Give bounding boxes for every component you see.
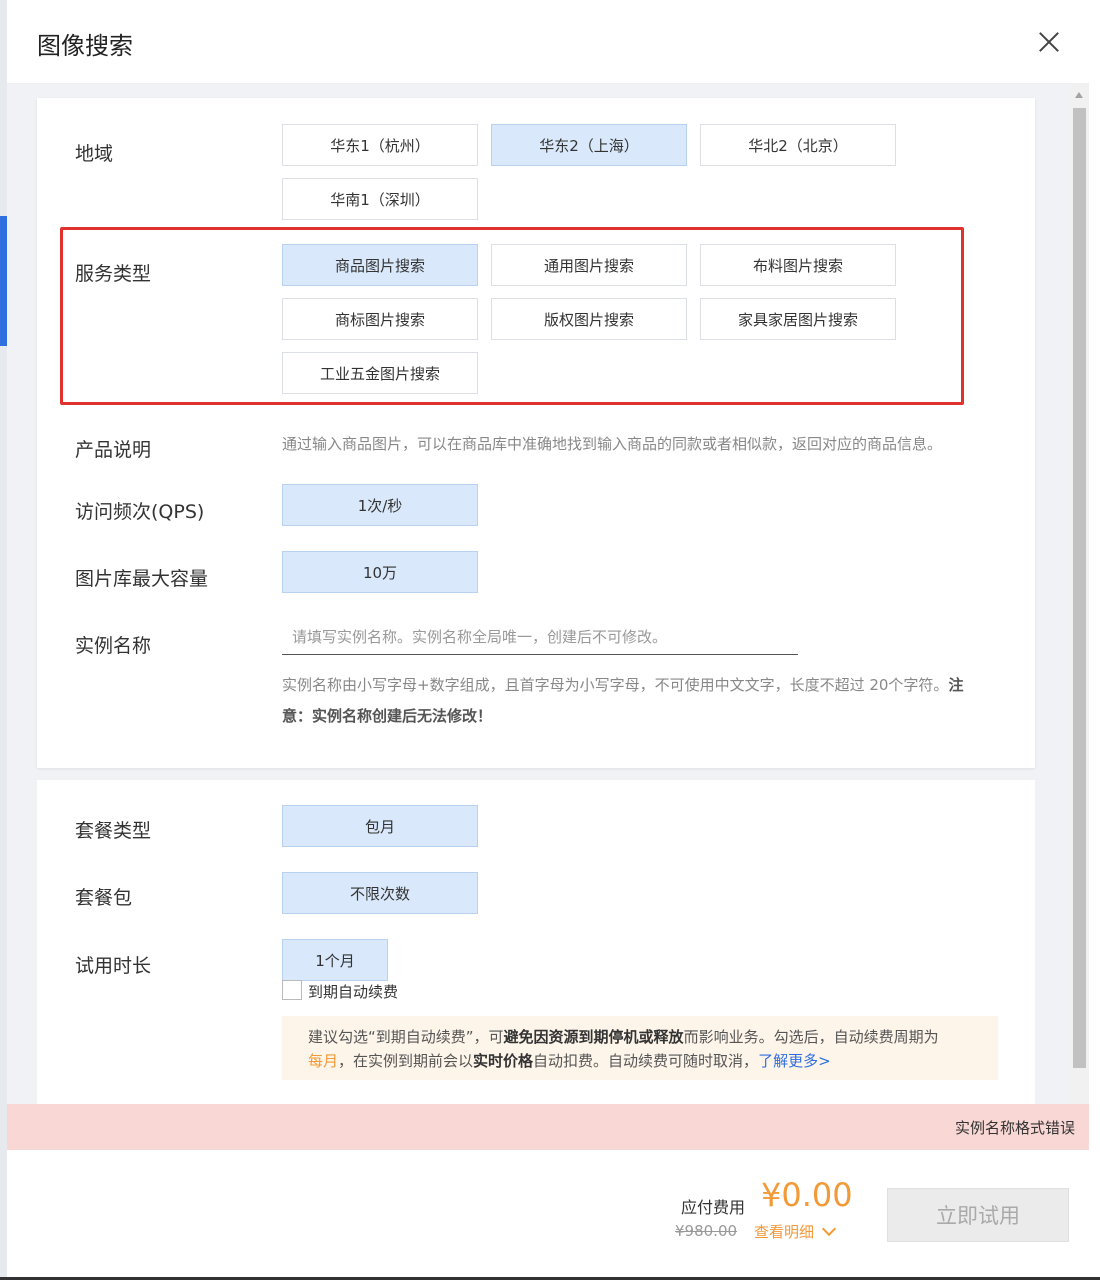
- config-card: 地域 华东1（杭州） 华东2（上海） 华北2（北京） 华南1（深圳） 服务类型 …: [37, 98, 1035, 768]
- original-price: ¥980.00: [675, 1222, 738, 1240]
- instance-name-label: 实例名称: [75, 635, 152, 657]
- service-option-furniture[interactable]: 家具家居图片搜索: [700, 298, 896, 340]
- service-option-general[interactable]: 通用图片搜索: [491, 244, 687, 286]
- dialog-title: 图像搜索: [37, 32, 133, 60]
- price-value: ¥0.00: [761, 1176, 853, 1214]
- package-type-option[interactable]: 包月: [282, 805, 478, 847]
- service-option-fabric[interactable]: 布料图片搜索: [700, 244, 896, 286]
- region-option-hangzhou[interactable]: 华东1（杭州）: [282, 124, 478, 166]
- package-type-label: 套餐类型: [75, 820, 152, 842]
- instance-name-input[interactable]: [282, 619, 798, 655]
- try-now-button[interactable]: 立即试用: [887, 1188, 1069, 1242]
- notice-text-1: 建议勾选“到期自动续费”，可: [308, 1028, 504, 1046]
- instance-name-hint-text: 实例名称由小写字母+数字组成，且首字母为小写字母，不可使用中文文字，长度不超过 …: [282, 676, 949, 694]
- trial-duration-option[interactable]: 1个月: [282, 939, 388, 981]
- trial-duration-label: 试用时长: [75, 955, 152, 977]
- qps-label: 访问频次(QPS): [75, 501, 205, 523]
- notice-orange-month: 每月: [308, 1052, 339, 1070]
- close-icon[interactable]: [1035, 28, 1063, 56]
- service-option-copyright[interactable]: 版权图片搜索: [491, 298, 687, 340]
- notice-bold-1: 避免因资源到期停机或释放: [503, 1028, 684, 1046]
- product-desc-label: 产品说明: [75, 439, 152, 461]
- capacity-option[interactable]: 10万: [282, 551, 478, 593]
- auto-renew-notice: 建议勾选“到期自动续费”，可避免因资源到期停机或释放而影响业务。勾选后，自动续费…: [282, 1016, 998, 1080]
- dialog-header: 图像搜索: [7, 0, 1089, 84]
- dialog-scroll-area[interactable]: 地域 华东1（杭州） 华东2（上海） 华北2（北京） 华南1（深圳） 服务类型 …: [7, 84, 1089, 1104]
- capacity-label: 图片库最大容量: [75, 568, 209, 590]
- product-desc-text: 通过输入商品图片，可以在商品库中准确地找到输入商品的同款或者相似款，返回对应的商…: [282, 435, 943, 453]
- view-detail-link[interactable]: 查看明细: [754, 1221, 814, 1242]
- vertical-scrollbar[interactable]: [1070, 84, 1089, 1104]
- error-bar: 实例名称格式错误: [7, 1104, 1089, 1150]
- notice-bold-2: 实时价格: [473, 1052, 534, 1070]
- instance-name-hint: 实例名称由小写字母+数字组成，且首字母为小写字母，不可使用中文文字，长度不超过 …: [282, 670, 992, 732]
- region-label: 地域: [75, 143, 114, 165]
- region-option-shenzhen[interactable]: 华南1（深圳）: [282, 178, 478, 220]
- service-option-trademark[interactable]: 商标图片搜索: [282, 298, 478, 340]
- background-blue-tab: [0, 216, 7, 346]
- auto-renew-label[interactable]: 到期自动续费: [308, 981, 398, 1002]
- auto-renew-checkbox[interactable]: [282, 980, 302, 1000]
- service-option-product[interactable]: 商品图片搜索: [282, 244, 478, 286]
- service-option-hardware[interactable]: 工业五金图片搜索: [282, 352, 478, 394]
- scrollbar-thumb[interactable]: [1073, 108, 1086, 1068]
- chevron-down-icon[interactable]: [823, 1224, 835, 1236]
- dialog-footer: 应付费用 ¥0.00 ¥980.00 查看明细 立即试用: [7, 1150, 1089, 1280]
- scroll-up-arrow-icon[interactable]: [1075, 92, 1083, 98]
- region-option-shanghai[interactable]: 华东2（上海）: [491, 124, 687, 166]
- service-type-label: 服务类型: [75, 263, 152, 285]
- notice-text-2: 而影响业务。勾选后，自动续费周期为: [683, 1028, 939, 1046]
- qps-option[interactable]: 1次/秒: [282, 484, 478, 526]
- error-message: 实例名称格式错误: [954, 1119, 1075, 1137]
- image-search-dialog: 图像搜索 地域 华东1（杭州） 华东2（上海） 华北2（北京） 华南1（深圳） …: [7, 0, 1089, 1280]
- region-option-beijing[interactable]: 华北2（北京）: [700, 124, 896, 166]
- pay-label: 应付费用: [681, 1198, 746, 1217]
- notice-text-3: ，在实例到期前会以: [338, 1052, 474, 1070]
- notice-text-4: 自动扣费。自动续费可随时取消，: [533, 1052, 759, 1070]
- learn-more-link[interactable]: 了解更多>: [758, 1052, 831, 1070]
- package-card: 套餐类型 包月 套餐包 不限次数 试用时长 1个月 到期自动续费 建议勾选“到期…: [37, 780, 1035, 1104]
- package-label: 套餐包: [75, 887, 133, 909]
- background-page-strip: [0, 0, 7, 1280]
- package-option[interactable]: 不限次数: [282, 872, 478, 914]
